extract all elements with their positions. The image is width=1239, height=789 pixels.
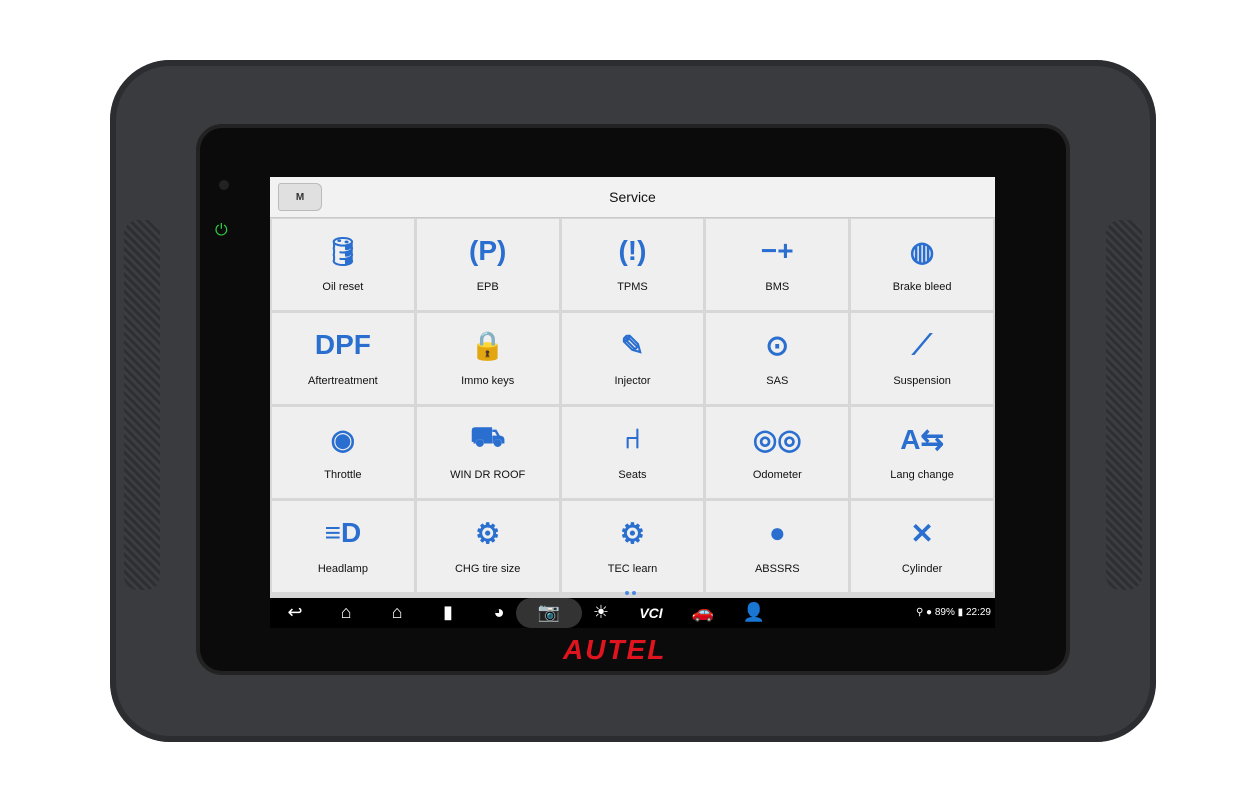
tile-win-dr-roof[interactable]: ⛟ WIN DR ROOF bbox=[416, 407, 559, 498]
camera-icon[interactable]: 📷 bbox=[534, 602, 564, 623]
left-grip bbox=[124, 220, 160, 590]
tile-label: Injector bbox=[614, 375, 651, 387]
tile-label: TEC learn bbox=[607, 563, 658, 575]
gear-learn-icon: ⚙ bbox=[619, 517, 646, 549]
tire-pressure-icon: (!) bbox=[618, 235, 647, 266]
tile-odometer[interactable]: ◎◎ Odometer bbox=[706, 407, 849, 498]
location-icon: ⚲ bbox=[915, 607, 924, 618]
header: M Service bbox=[270, 177, 995, 218]
tile-tpms[interactable]: (!) TPMS bbox=[561, 219, 704, 310]
tile-tec-learn[interactable]: ⚙ TEC learn bbox=[561, 501, 704, 592]
car-icon[interactable]: 🚗 bbox=[688, 602, 718, 623]
tile-lang-change[interactable]: A⇆ Lang change bbox=[851, 407, 993, 498]
parking-brake-icon: (P) bbox=[469, 235, 507, 266]
injector-icon: ✎ bbox=[620, 329, 645, 361]
tile-label: SAS bbox=[766, 375, 789, 387]
dpf-scr-icon: DPF bbox=[314, 329, 371, 360]
tile-immo-keys[interactable]: 🔒 Immo keys bbox=[416, 313, 559, 404]
navigation-bar: ⚲ ● 89% ▮ 22:29 ↩ ⌂ ⌂ ▮ ◕ 📷 ☀ VCI 🚗 👤 bbox=[270, 598, 995, 628]
status-area: ⚲ ● 89% ▮ 22:29 bbox=[916, 607, 991, 618]
key-lock-icon: 🔒 bbox=[470, 329, 506, 361]
tile-sas[interactable]: ⊙ SAS bbox=[706, 313, 849, 404]
vci-icon[interactable]: VCI bbox=[636, 605, 666, 621]
recent-apps-icon[interactable]: ▮ bbox=[433, 602, 463, 623]
service-grid: 🛢 Oil reset (P) EPB (!) TPMS −+ BMS ◍ Brake bleed… bbox=[272, 219, 993, 592]
camera-lens bbox=[219, 180, 229, 190]
shock-absorber-icon: ⟋ bbox=[912, 328, 932, 360]
autel-logo: AUTEL bbox=[563, 634, 667, 665]
airbag-icon: ● bbox=[768, 517, 786, 548]
tile-label: Immo keys bbox=[461, 375, 515, 387]
tile-label: Lang change bbox=[890, 469, 954, 481]
tile-label: Cylinder bbox=[901, 563, 943, 575]
battery-icon: −+ bbox=[760, 235, 794, 266]
tile-suspension[interactable]: ⟋ Suspension bbox=[851, 313, 993, 404]
tile-oil-reset[interactable]: 🛢 Oil reset bbox=[272, 219, 414, 310]
tile-cylinder[interactable]: ✕ Cylinder bbox=[851, 501, 993, 592]
tile-label: Brake bleed bbox=[892, 281, 952, 293]
battery-icon: ▮ bbox=[957, 607, 964, 618]
power-icon[interactable]: ⏻ bbox=[215, 222, 228, 240]
tile-label: Odometer bbox=[752, 469, 802, 481]
bluetooth-icon: ● bbox=[926, 607, 933, 618]
tile-label: Seats bbox=[618, 469, 647, 481]
tile-brake-bleed[interactable]: ◍ Brake bleed bbox=[851, 219, 993, 310]
android-home-icon[interactable]: ⌂ bbox=[382, 602, 412, 623]
tile-epb[interactable]: (P) EPB bbox=[416, 219, 559, 310]
remote-expert-icon[interactable]: 👤 bbox=[739, 602, 769, 623]
tile-label: EPB bbox=[476, 281, 499, 293]
tile-label: Throttle bbox=[324, 469, 362, 481]
clock: 22:29 bbox=[965, 607, 991, 618]
tile-label: Suspension bbox=[893, 375, 951, 387]
seat-icon: ⑁ bbox=[624, 423, 641, 454]
tile-injector[interactable]: ✎ Injector bbox=[561, 313, 704, 404]
browser-icon[interactable]: ◕ bbox=[484, 602, 514, 623]
tile-bms[interactable]: −+ BMS bbox=[706, 219, 849, 310]
battery-level: 89% bbox=[934, 607, 955, 618]
back-arrow-icon[interactable]: ↩ bbox=[280, 602, 310, 623]
language-icon: A⇆ bbox=[900, 423, 944, 455]
page-title: Service bbox=[609, 189, 656, 205]
tire-icon: ⚙ bbox=[475, 517, 501, 549]
right-grip bbox=[1106, 220, 1142, 590]
piston-icon: ✕ bbox=[910, 517, 934, 549]
brake-icon: ◍ bbox=[909, 235, 935, 267]
home-icon[interactable]: ⌂ bbox=[331, 602, 361, 623]
tile-seats[interactable]: ⑁ Seats bbox=[561, 407, 704, 498]
tile-label: CHG tire size bbox=[454, 563, 521, 575]
screen: M Service 🛢 Oil reset (P) EPB (!) TPMS −+ BMS ◍ B… bbox=[270, 177, 995, 628]
tile-label: TPMS bbox=[617, 281, 648, 293]
tile-aftertreatment[interactable]: DPF Aftertreatment bbox=[272, 313, 414, 404]
tile-label: BMS bbox=[765, 281, 790, 293]
steering-wheel-icon: ⊙ bbox=[765, 329, 790, 361]
tile-label: Aftertreatment bbox=[308, 375, 378, 387]
tile-label: ABSSRS bbox=[754, 563, 800, 575]
brightness-volume-icon[interactable]: ☀ bbox=[586, 602, 616, 623]
page-indicator bbox=[625, 591, 636, 595]
tile-abssrs[interactable]: ● ABSSRS bbox=[706, 501, 849, 592]
tile-headlamp[interactable]: ≡D Headlamp bbox=[272, 501, 414, 592]
tile-label: Headlamp bbox=[317, 563, 368, 575]
tile-throttle[interactable]: ◉ Throttle bbox=[272, 407, 414, 498]
oil-can-icon: 🛢 bbox=[325, 235, 361, 267]
throttle-icon: ◉ bbox=[330, 423, 356, 455]
tile-chg-tire-size[interactable]: ⚙ CHG tire size bbox=[416, 501, 559, 592]
tile-label: Oil reset bbox=[322, 281, 364, 293]
headlamp-icon: ≡D bbox=[324, 517, 362, 548]
odometer-icon: ◎◎ bbox=[752, 423, 802, 455]
tile-label: WIN DR ROOF bbox=[450, 469, 526, 481]
car-top-icon: ⛟ bbox=[470, 421, 506, 452]
